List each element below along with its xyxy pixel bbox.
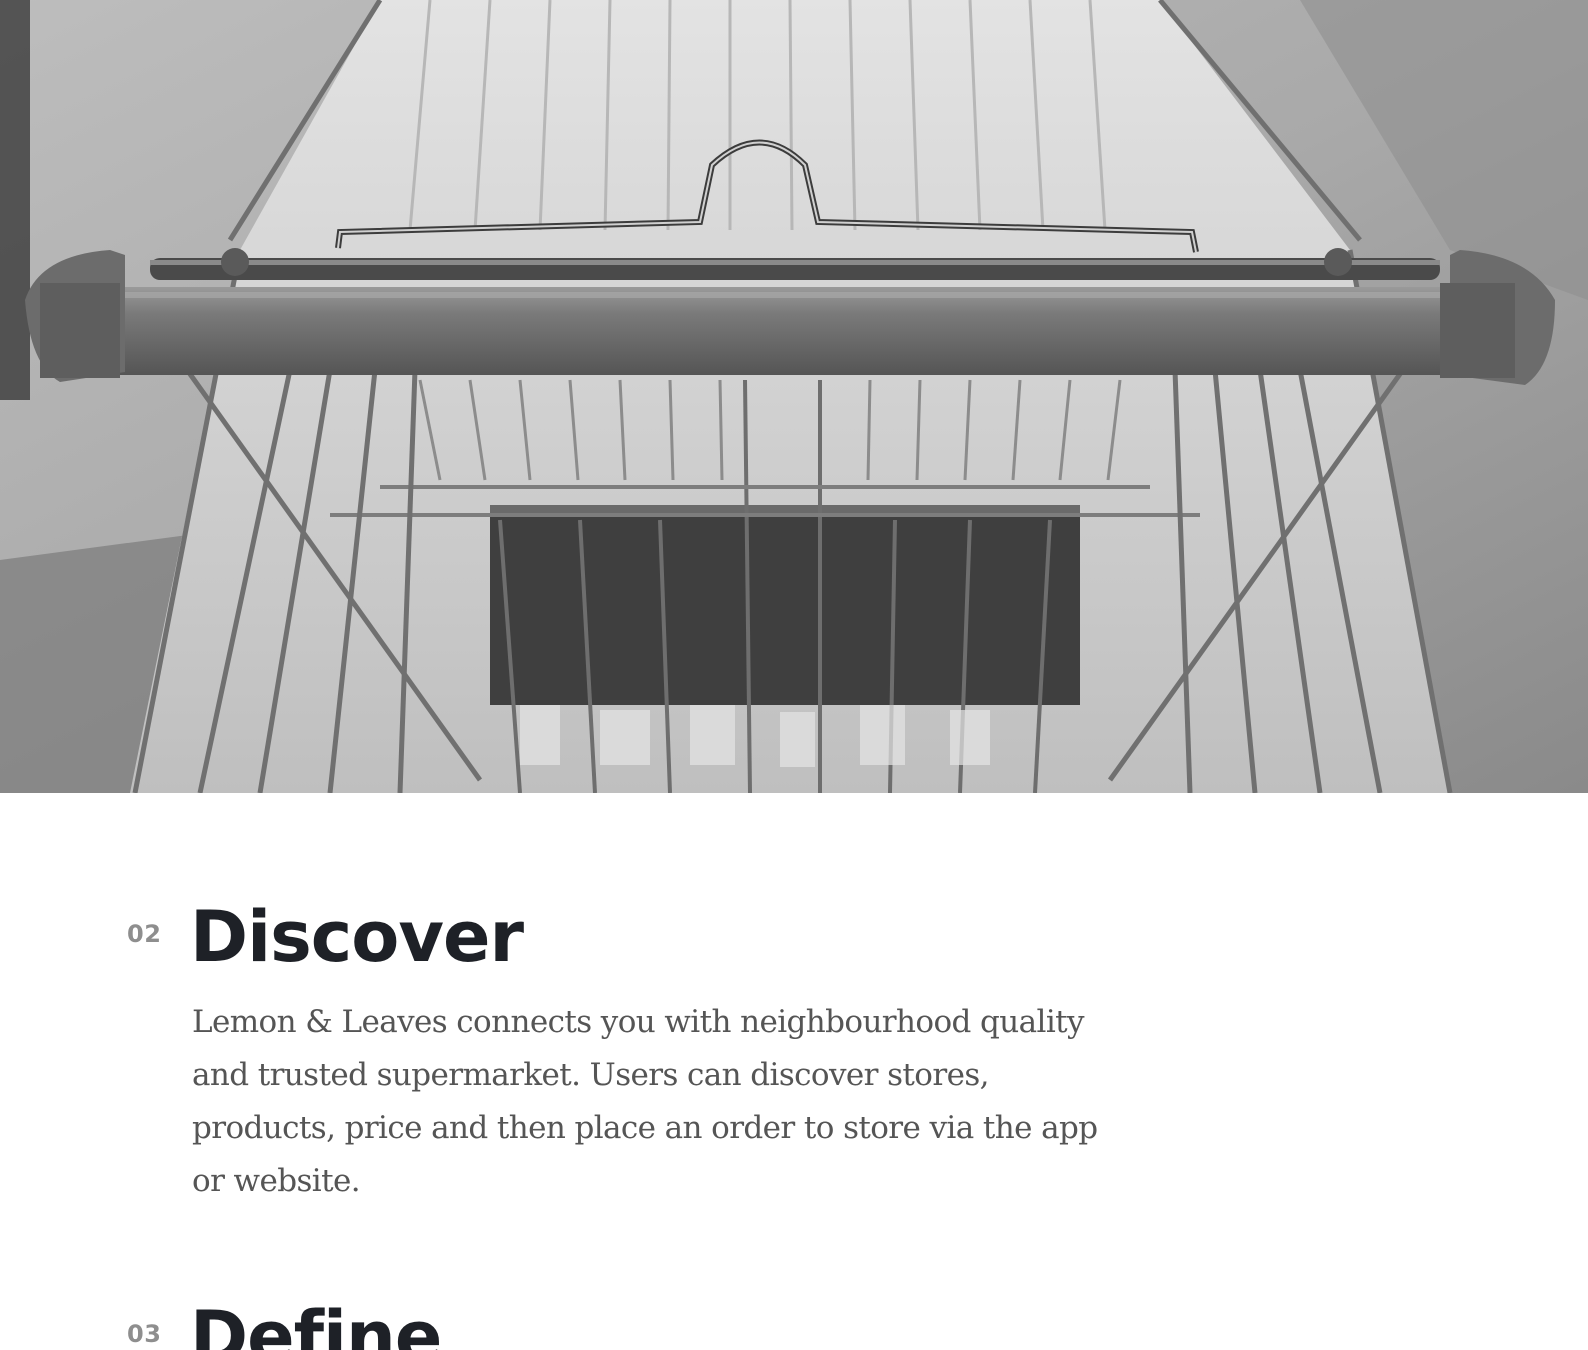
shopping-cart-photo — [0, 0, 1588, 793]
section-title: Define — [190, 1296, 442, 1350]
page: 02 Discover Lemon & Leaves connects you … — [0, 0, 1588, 1350]
shopping-cart-illustration — [0, 0, 1588, 793]
step-number: 03 — [127, 1320, 162, 1348]
step-number: 02 — [127, 920, 162, 948]
section-description: Lemon & Leaves connects you with neighbo… — [192, 1004, 1098, 1199]
section-title: Discover — [190, 896, 524, 978]
